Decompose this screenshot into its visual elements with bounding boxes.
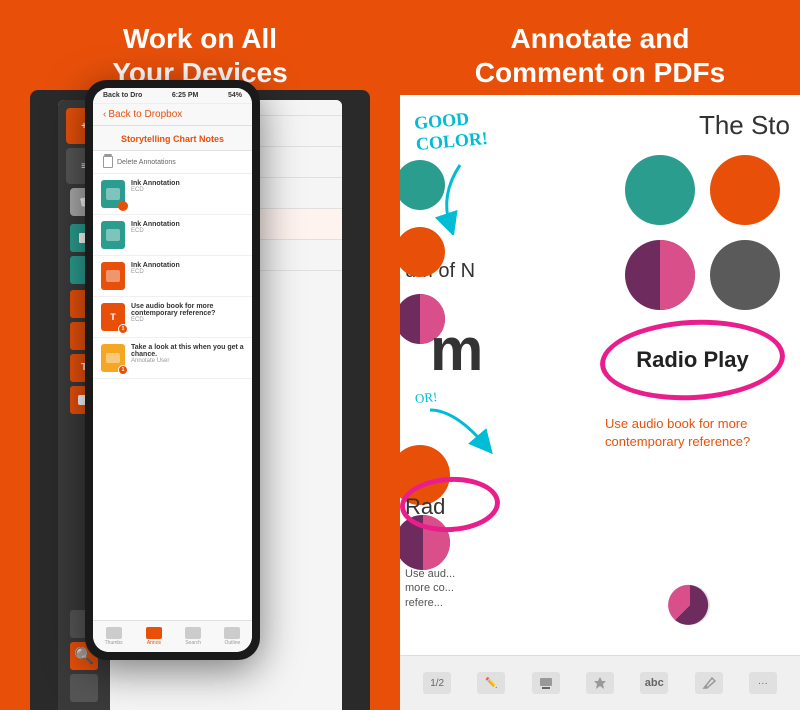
right-title-line1: Annotate and: [511, 23, 690, 54]
page-num: 1/2: [430, 678, 444, 689]
action-label: Delete Annotations: [117, 159, 176, 166]
annot-text: Ink Annotation ECD: [131, 262, 244, 275]
phone-navbar: ‹ Back to Dropbox: [93, 104, 252, 126]
status-left: Back to Dro: [103, 92, 142, 99]
pie-svg: [665, 580, 715, 630]
toolbar-pen[interactable]: [695, 672, 723, 694]
tab-annos[interactable]: Annos: [146, 627, 162, 646]
search-icon: [185, 627, 201, 639]
text-icon: abc: [640, 672, 668, 694]
nav-title: Storytelling Chart Notes: [121, 134, 224, 144]
pdf-letter-m: m: [430, 315, 483, 384]
annot-thumb: 1: [101, 344, 125, 372]
annotation-item[interactable]: 1 Take a look at this when you get a cha…: [93, 338, 252, 379]
annotation-item[interactable]: Ink Annotation ECD: [93, 174, 252, 215]
circle-purple: [625, 240, 695, 310]
nav-back-button[interactable]: ‹ Back to Dropbox: [103, 109, 182, 120]
tab-thumbs[interactable]: Thumbs: [105, 627, 123, 646]
pdf-content: The Sto GOOD COLOR! um of N: [400, 95, 800, 710]
status-battery: 54%: [228, 92, 242, 99]
toolbar-more[interactable]: ···: [749, 672, 777, 694]
phone-mockup: Back to Dro 6:25 PM 54% ‹ Back to Dropbo…: [85, 80, 260, 660]
right-panel: Annotate and Comment on PDFs The Sto GOO…: [400, 0, 800, 710]
nav-title-bar: Storytelling Chart Notes: [93, 126, 252, 151]
trash-icon: [103, 156, 113, 168]
annot-thumb: [101, 221, 125, 249]
arrow-annotation-2: [425, 405, 495, 455]
radio-play-container: Radio Play: [600, 320, 785, 400]
pencil-icon: ✏️: [477, 672, 505, 694]
nav-back-label: Back to Dropbox: [108, 109, 182, 120]
right-title-line2: Comment on PDFs: [475, 57, 725, 88]
badge: 1: [118, 324, 128, 334]
annotation-item[interactable]: Ink Annotation ECD: [93, 256, 252, 297]
phone-bottom-tabs: Thumbs Annos Search Outline: [93, 620, 252, 652]
circle-gray: [710, 240, 780, 310]
status-time: 6:25 PM: [172, 92, 198, 99]
pdf-toolbar: 1/2 ✏️: [400, 655, 800, 710]
circles-grid: [625, 155, 780, 310]
annotation-item[interactable]: T 1 Use audio book for more contemporary…: [93, 297, 252, 338]
toolbar-text[interactable]: abc: [640, 672, 668, 694]
phone-status-bar: Back to Dro 6:25 PM 54%: [93, 88, 252, 104]
annot-thumb: T 1: [101, 303, 125, 331]
mini-pie-chart: [665, 580, 715, 630]
tab-outline[interactable]: Outline: [224, 627, 240, 646]
pdf-area: The Sto GOOD COLOR! um of N: [400, 95, 800, 710]
app-container: Work on All Your Devices + ≡ 🗑: [0, 0, 800, 710]
sidebar-icon-list[interactable]: [70, 674, 98, 702]
badge: 1: [118, 365, 128, 375]
radio-play-text: Radio Play: [636, 347, 748, 373]
annot-text: Use audio book for more contemporary ref…: [131, 303, 244, 323]
handwritten-annotation: GOOD COLOR!: [413, 107, 488, 155]
outline-icon: [224, 627, 240, 639]
desktop-mockup: + ≡ 🗑 T: [10, 90, 390, 710]
arrow-annotation: [430, 155, 510, 235]
pdf-title: The Sto: [699, 110, 790, 141]
comment-text: Use audio book for more contemporary ref…: [605, 415, 790, 451]
back-chevron-icon: ‹: [103, 109, 106, 120]
left-panel: Work on All Your Devices + ≡ 🗑: [0, 0, 400, 710]
pen-icon: [695, 672, 723, 694]
annot-text: Take a look at this when you get a chanc…: [131, 344, 244, 364]
comment-bubble: Use audio book for more contemporary ref…: [605, 415, 790, 451]
annot-thumb: [101, 180, 125, 208]
left-title-line1: Work on All: [123, 23, 277, 54]
right-title: Annotate and Comment on PDFs: [475, 22, 725, 89]
thumbs-icon: [106, 627, 122, 639]
action-bar[interactable]: Delete Annotations: [93, 151, 252, 174]
phone-screen: Back to Dro 6:25 PM 54% ‹ Back to Dropbo…: [93, 88, 252, 652]
annotation-list: Ink Annotation ECD Ink Annotation EC: [93, 174, 252, 620]
circle-orange: [710, 155, 780, 225]
toolbar-page-num: 1/2: [423, 672, 451, 694]
circle-teal: [625, 155, 695, 225]
toolbar-stamp[interactable]: [586, 672, 614, 694]
toolbar-pencil[interactable]: ✏️: [477, 672, 505, 694]
stamp-icon: [586, 672, 614, 694]
more-icon: ···: [749, 672, 777, 694]
highlight-icon: [532, 672, 560, 694]
annos-icon: [146, 627, 162, 639]
toolbar-highlight[interactable]: [532, 672, 560, 694]
page-num-box: 1/2: [423, 672, 451, 694]
use-audio-partial: Use aud... more co... refere...: [405, 567, 455, 610]
annot-text: Ink Annotation ECD: [131, 180, 244, 193]
badge: [118, 201, 128, 211]
annot-text: Ink Annotation ECD: [131, 221, 244, 234]
tab-search[interactable]: Search: [185, 627, 201, 646]
annotation-item[interactable]: Ink Annotation ECD: [93, 215, 252, 256]
annot-thumb: [101, 262, 125, 290]
